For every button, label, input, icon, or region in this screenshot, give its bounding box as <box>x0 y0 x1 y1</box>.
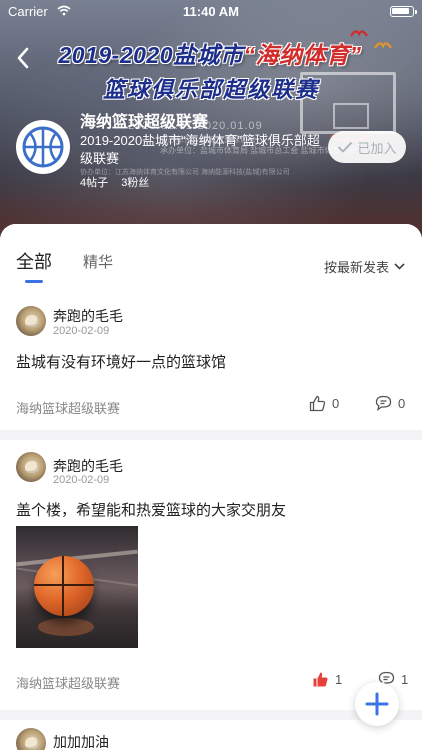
post-author[interactable]: 奔跑的毛毛 <box>53 306 123 326</box>
tab-active-indicator <box>25 280 43 283</box>
thumbs-up-icon <box>309 395 326 412</box>
basketball-photo <box>34 556 94 616</box>
post-date: 2020-02-09 <box>53 325 110 337</box>
post-author[interactable]: 奔跑的毛毛 <box>53 456 123 476</box>
plus-icon <box>365 692 389 716</box>
comment-icon <box>375 395 392 411</box>
joined-button[interactable]: 已加入 <box>328 131 406 163</box>
club-description: 2019-2020盐城市“海纳体育”篮球俱乐部超级联赛 <box>80 133 320 166</box>
status-bar: Carrier 11:40 AM <box>0 0 422 22</box>
post-club-tag[interactable]: 海纳篮球超级联赛 <box>16 398 120 417</box>
feed-tabs: 全部 精华 按最新发表 <box>0 224 422 296</box>
club-stats: 4帖子 3粉丝 <box>80 174 159 190</box>
comment-button[interactable]: 0 <box>375 395 405 411</box>
like-button[interactable]: 0 <box>309 395 339 412</box>
tab-featured[interactable]: 精华 <box>83 251 113 272</box>
like-button[interactable]: 1 <box>312 671 342 688</box>
post-image[interactable] <box>16 526 138 648</box>
post-date: 2020-02-09 <box>53 474 110 486</box>
check-icon <box>338 141 353 153</box>
basketball-icon <box>22 126 64 168</box>
post-count: 4帖子 <box>80 177 109 189</box>
comment-count: 1 <box>401 671 409 687</box>
post-text: 盖个楼，希望能和热爱篮球的大家交朋友 <box>16 502 287 519</box>
club-name: 海纳篮球超级联赛 <box>80 114 209 131</box>
battery-icon <box>390 6 417 17</box>
chevron-left-icon <box>17 47 29 69</box>
back-button[interactable] <box>12 44 36 72</box>
post-club-tag[interactable]: 海纳篮球超级联赛 <box>16 673 120 692</box>
fan-count: 3粉丝 <box>121 177 150 189</box>
like-count: 0 <box>332 396 340 411</box>
post-author[interactable]: 加加加油 <box>53 732 109 750</box>
thumbs-up-icon <box>313 672 328 687</box>
club-banner: 2019-2020盐城市“海纳体育” 篮球俱乐部超级联赛 2020.01.01-… <box>0 0 422 245</box>
avatar[interactable] <box>16 306 46 336</box>
status-time: 11:40 AM <box>183 4 239 19</box>
banner-title: 2019-2020盐城市“海纳体育” <box>58 42 362 68</box>
banner-subtitle: 篮球俱乐部超级联赛 <box>102 77 319 102</box>
sort-label: 按最新发表 <box>324 260 390 275</box>
joined-label: 已加入 <box>357 140 397 156</box>
sort-dropdown[interactable]: 按最新发表 <box>324 257 405 276</box>
avatar[interactable] <box>16 452 46 482</box>
comment-count: 0 <box>398 395 406 411</box>
avatar[interactable] <box>16 728 46 750</box>
add-post-button[interactable] <box>355 682 399 726</box>
divider <box>0 430 422 440</box>
chevron-down-icon <box>394 263 405 270</box>
club-logo <box>16 120 70 174</box>
like-count: 1 <box>335 672 343 687</box>
post-text: 盐城有没有环境好一点的篮球馆 <box>16 354 227 371</box>
tab-all[interactable]: 全部 <box>16 248 52 274</box>
